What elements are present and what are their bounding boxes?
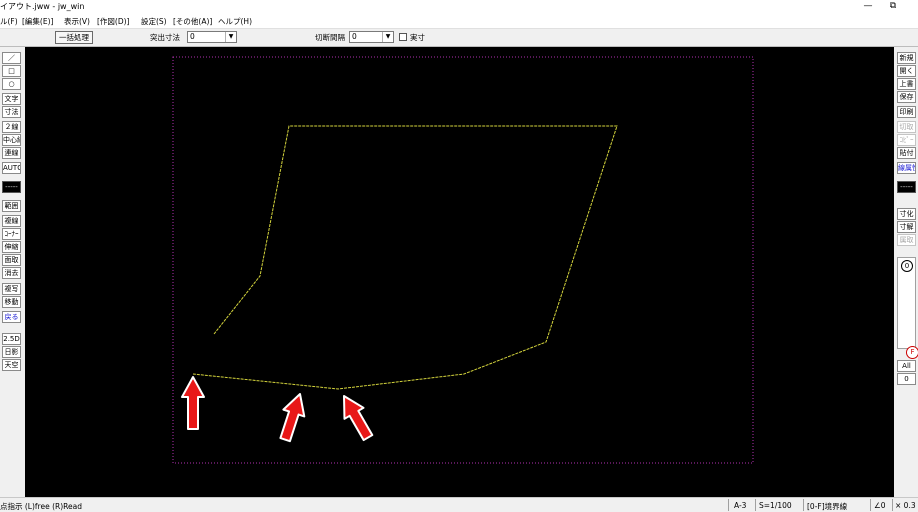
status-divider [870, 499, 871, 511]
batch-process-button[interactable]: 一括処理 [55, 31, 93, 44]
tool-undo[interactable]: 戻る [2, 311, 21, 323]
tool-dim-explode[interactable]: 寸解 [897, 221, 916, 233]
menu-bar: ル(F) [編集(E)] 表示(V) [作図(D)] 設定(S) [その他(A)… [0, 14, 918, 29]
tool-range[interactable]: 範囲 [2, 200, 21, 212]
menu-file[interactable]: ル(F) [0, 16, 18, 27]
tool-attribute-take[interactable]: 属取 [897, 234, 916, 246]
cut-interval-combo[interactable]: 0 ▼ [349, 31, 394, 43]
tool-stretch[interactable]: 伸縮 [2, 241, 21, 253]
actual-size-label: 実寸 [410, 33, 425, 42]
status-layer[interactable]: [0-F]境界線 [807, 501, 847, 512]
tool-sky[interactable]: 天空 [2, 359, 21, 371]
title-bar: イアウト.jww - jw_win — ⧉ [0, 0, 918, 14]
tool-shadow[interactable]: 日影 [2, 346, 21, 358]
tool-erase[interactable]: 消去 [2, 267, 21, 279]
status-message: 点指示 (L)free (R)Read [0, 502, 82, 511]
annotation-arrow [343, 395, 374, 442]
tool-dimension[interactable]: 寸法 [2, 106, 21, 118]
right-toolbar: 新規 開く 上書 保存 印刷 切取 ｺﾋﾟｰ 貼付 線属性 ----- 寸化 寸… [894, 47, 918, 497]
menu-edit[interactable]: [編集(E)] [22, 16, 53, 27]
tool-overwrite[interactable]: 上書 [897, 78, 916, 90]
tool-zero[interactable]: 0 [897, 373, 916, 385]
chevron-down-icon: ▼ [225, 32, 236, 42]
tool-open[interactable]: 開く [897, 65, 916, 77]
cut-interval-value: 0 [352, 32, 357, 41]
tool-save[interactable]: 保存 [897, 91, 916, 103]
tool-line-attribute[interactable]: 線属性 [897, 162, 916, 174]
tool-corner[interactable]: ｺｰﾅｰ [2, 228, 21, 240]
line-type-indicator-right[interactable]: ----- [897, 181, 916, 193]
tool-2-5d[interactable]: 2.5D [2, 333, 21, 345]
tool-move[interactable]: 移動 [2, 296, 21, 308]
status-bar: 点指示 (L)free (R)Read A-3 S=1/100 [0-F]境界線… [0, 497, 918, 512]
tool-circle[interactable]: ○ [2, 78, 21, 90]
window-title: イアウト.jww - jw_win [0, 2, 85, 11]
tool-rect[interactable]: □ [2, 65, 21, 77]
tool-double-line[interactable]: ２線 [2, 121, 21, 133]
menu-view[interactable]: 表示(V) [64, 16, 90, 27]
tool-continuous-line[interactable]: 連線 [2, 147, 21, 159]
projection-combo[interactable]: 0 ▼ [187, 31, 237, 43]
line-type-indicator[interactable]: ----- [2, 181, 21, 193]
projection-label: 突出寸法 [150, 33, 180, 42]
tool-center-line[interactable]: 中心線 [2, 134, 21, 146]
paper-frame [172, 56, 754, 464]
tool-duplicate[interactable]: 複写 [2, 283, 21, 295]
tool-copy[interactable]: ｺﾋﾟｰ [897, 134, 916, 146]
status-divider [892, 499, 893, 511]
layer-group-panel[interactable]: 0 [897, 257, 916, 349]
tool-new[interactable]: 新規 [897, 52, 916, 64]
menu-other[interactable]: [その他(A)] [173, 16, 212, 27]
polyline-upper[interactable] [192, 125, 618, 390]
tool-chamfer[interactable]: 面取 [2, 254, 21, 266]
status-scale[interactable]: S=1/100 [759, 501, 792, 510]
tool-paste[interactable]: 貼付 [897, 147, 916, 159]
tool-copy-line[interactable]: 複線 [2, 215, 21, 227]
restore-button[interactable]: ⧉ [885, 0, 901, 13]
tool-cut[interactable]: 切取 [897, 121, 916, 133]
layer-group-zero[interactable]: 0 [901, 260, 913, 272]
drawing-canvas[interactable] [25, 47, 894, 497]
annotation-arrow [279, 393, 306, 443]
status-divider [728, 499, 729, 511]
tool-text[interactable]: 文字 [2, 93, 21, 105]
status-divider [755, 499, 756, 511]
tool-print[interactable]: 印刷 [897, 106, 916, 118]
projection-value: 0 [190, 32, 195, 41]
control-bar: 一括処理 突出寸法 0 ▼ 切断間隔 0 ▼ 実寸 [0, 29, 918, 47]
actual-size-checkbox[interactable] [399, 33, 407, 41]
tool-all[interactable]: All [897, 360, 916, 372]
tool-line[interactable]: ／ [2, 52, 21, 64]
status-paper[interactable]: A-3 [734, 501, 746, 510]
layer-group-f[interactable]: F [906, 346, 918, 359]
left-toolbar: ／ □ ○ 文字 寸法 ２線 中心線 連線 AUTO ----- 範囲 複線 ｺ… [0, 47, 25, 497]
tool-auto[interactable]: AUTO [2, 162, 21, 174]
status-divider [803, 499, 804, 511]
menu-settings[interactable]: 設定(S) [141, 16, 167, 27]
cut-interval-label: 切断間隔 [315, 33, 345, 42]
drawing-svg [172, 56, 754, 464]
minimize-button[interactable]: — [860, 0, 876, 13]
status-extra[interactable]: × 0.3 [895, 501, 916, 510]
annotation-arrow [181, 376, 205, 430]
menu-help[interactable]: ヘルプ(H) [218, 16, 252, 27]
status-angle[interactable]: ∠0 [874, 501, 886, 510]
tool-dim-transform[interactable]: 寸化 [897, 208, 916, 220]
chevron-down-icon: ▼ [382, 32, 393, 42]
menu-draw[interactable]: [作図(D)] [97, 16, 129, 27]
